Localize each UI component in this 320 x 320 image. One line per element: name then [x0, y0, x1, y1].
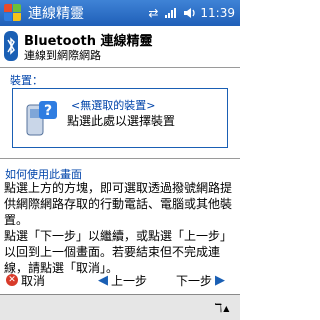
cancel-button[interactable]: ✕ 取消: [6, 272, 45, 288]
cancel-icon: ✕: [6, 274, 18, 286]
title-bar: 連線精靈 ⇄ 11:39: [0, 0, 240, 26]
sync-arrows-icon[interactable]: ⇄: [146, 6, 160, 20]
wizard-subtitle: 連線到網際網路: [24, 49, 101, 62]
back-arrow-icon: ◀: [98, 272, 108, 288]
help-paragraph: 點選「下一步」以繼續，或點選「上一步」以回到上一個畫面。若要結束但不完成連線，請…: [4, 229, 233, 275]
clock[interactable]: 11:39: [200, 6, 235, 20]
signal-icon[interactable]: [164, 6, 178, 20]
menu-bar: ℸ ▲: [0, 294, 240, 320]
select-device-hint: 點選此處以選擇裝置: [67, 114, 176, 128]
next-arrow-icon: ▶: [215, 272, 226, 288]
next-label: 下一步: [176, 273, 213, 288]
next-button[interactable]: 下一步 ▶: [176, 272, 225, 288]
no-device-text: <無選取的裝置>: [71, 99, 156, 112]
help-paragraph: 點選上方的方塊，即可選取透過撥號網路提供網際網路存取的行動電話、電腦或其他裝置。: [4, 181, 233, 227]
svg-text:?: ?: [44, 103, 52, 119]
phone-question-icon: ?: [26, 101, 57, 136]
help-text: 點選上方的方塊，即可選取透過撥號網路提供網際網路存取的行動電話、電腦或其他裝置。…: [4, 180, 236, 276]
device-selector[interactable]: ? <無選取的裝置> 點選此處以選擇裝置: [12, 88, 228, 148]
windows-start-icon[interactable]: [3, 3, 23, 23]
keyboard-icon: ℸ: [214, 301, 223, 315]
back-label: 上一步: [111, 273, 148, 288]
app-title: 連線精靈: [28, 6, 84, 22]
wizard-header: Bluetooth 連線精靈 連線到網際網路: [0, 26, 240, 68]
system-tray: ⇄ 11:39: [146, 6, 235, 20]
section-divider: [0, 158, 240, 159]
chevron-up-icon: ▲: [223, 303, 230, 313]
input-panel-button[interactable]: ℸ ▲: [208, 299, 236, 317]
device-label: 裝置：: [10, 74, 43, 87]
back-button[interactable]: ◀ 上一步: [98, 272, 147, 288]
volume-icon[interactable]: [182, 6, 196, 20]
bluetooth-icon: [4, 31, 18, 61]
cancel-label: 取消: [21, 273, 46, 288]
